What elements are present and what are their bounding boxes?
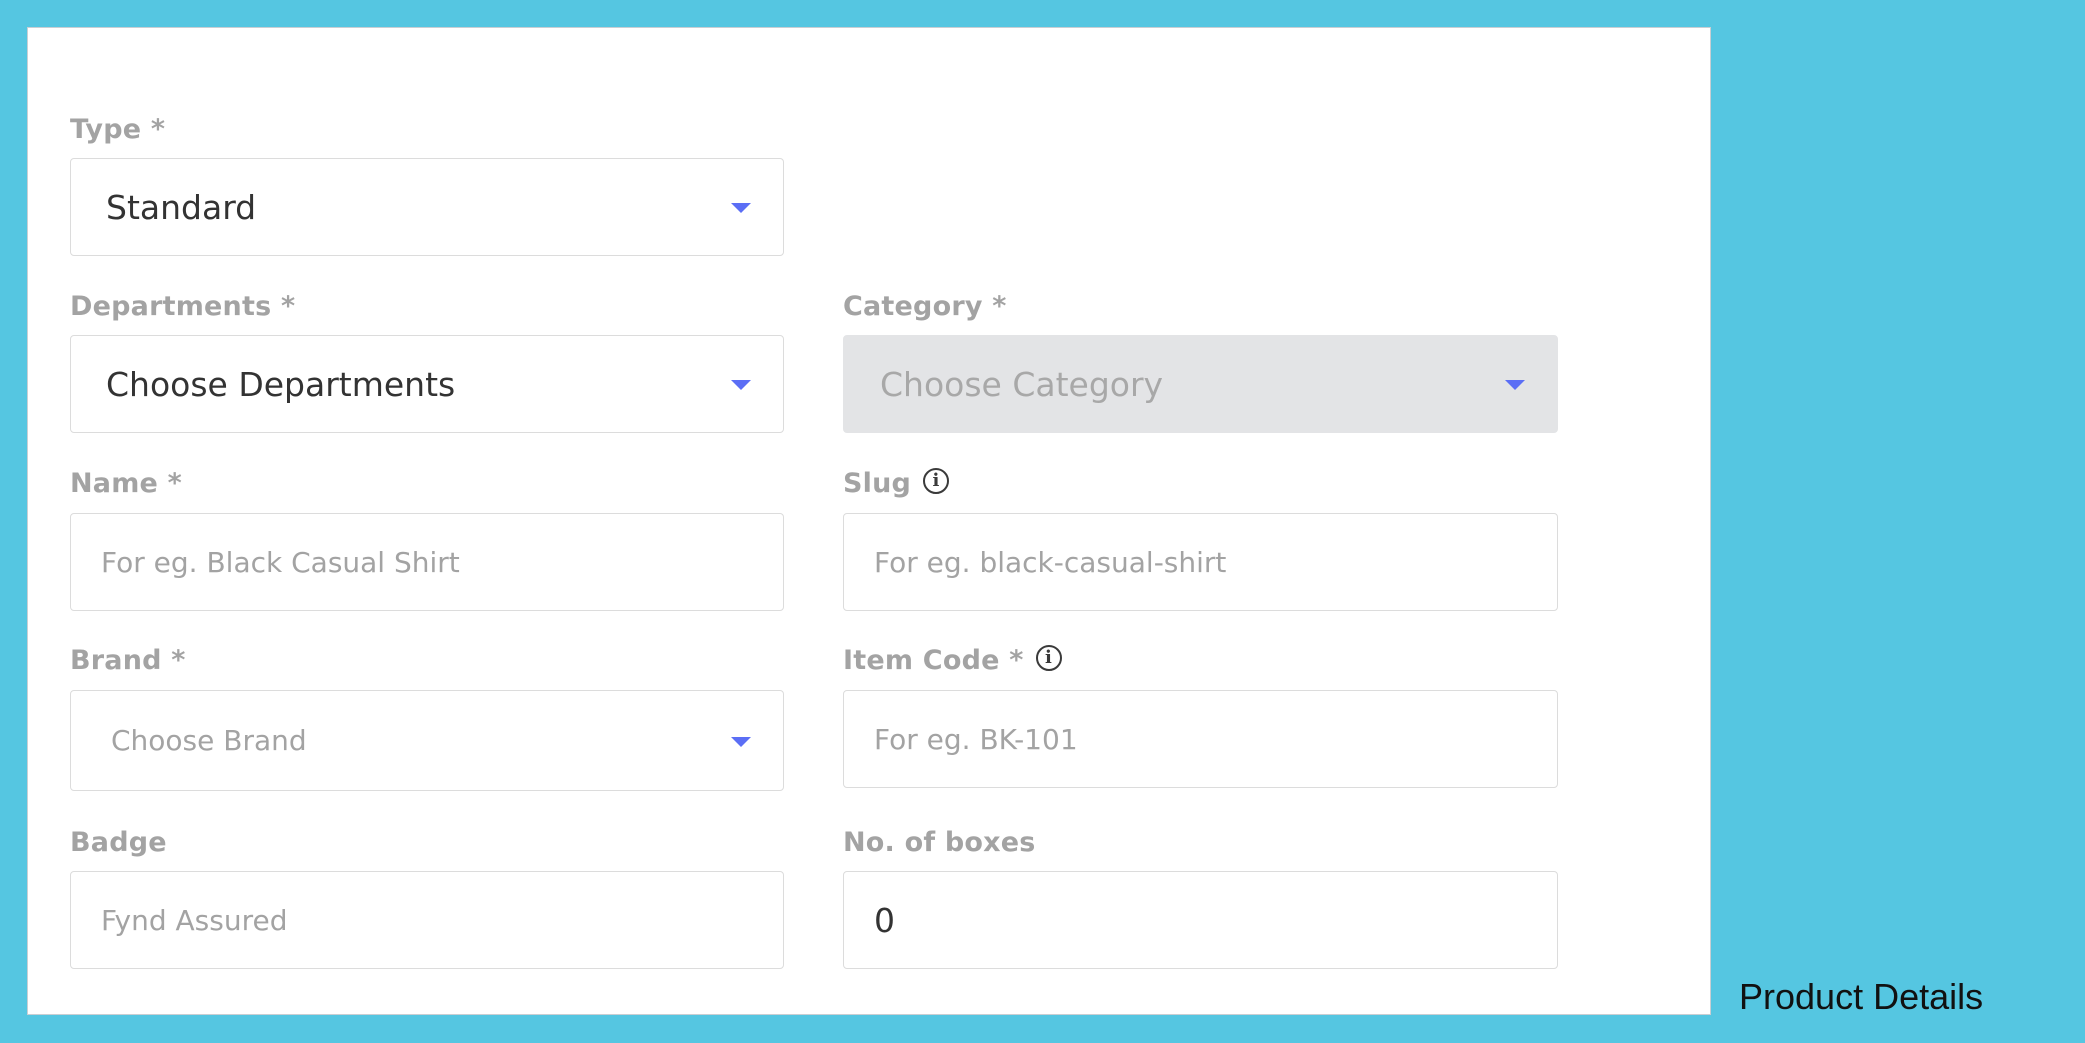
brand-select-value: Choose Brand — [111, 724, 307, 757]
brand-select[interactable]: Choose Brand — [70, 690, 784, 791]
badge-input-placeholder: Fynd Assured — [101, 903, 288, 937]
type-label: Type * — [70, 114, 166, 145]
type-select[interactable]: Standard — [70, 158, 784, 256]
chevron-down-icon — [731, 203, 751, 213]
item-code-input-placeholder: For eg. BK-101 — [874, 722, 1078, 756]
name-label: Name * — [70, 468, 182, 499]
boxes-input[interactable]: 0 — [843, 871, 1558, 969]
slug-input[interactable]: For eg. black-casual-shirt — [843, 513, 1558, 611]
slug-label-text: Slug — [843, 468, 912, 499]
page-caption: Product Details — [1739, 976, 1984, 1017]
category-select[interactable]: Choose Category — [843, 335, 1558, 433]
brand-label: Brand * — [70, 645, 186, 676]
category-select-value: Choose Category — [880, 364, 1164, 404]
departments-select-value: Choose Departments — [106, 364, 456, 404]
type-select-value: Standard — [106, 187, 257, 227]
badge-input[interactable]: Fynd Assured — [70, 871, 784, 969]
name-input-placeholder: For eg. Black Casual Shirt — [101, 545, 460, 579]
item-code-label: Item Code * i — [843, 644, 1062, 676]
product-form-panel: Type * Standard Departments * Choose Dep… — [27, 27, 1711, 1015]
item-code-input[interactable]: For eg. BK-101 — [843, 690, 1558, 788]
slug-input-placeholder: For eg. black-casual-shirt — [874, 545, 1227, 579]
info-circle-icon[interactable]: i — [923, 467, 950, 494]
boxes-input-value: 0 — [874, 900, 895, 940]
chevron-down-icon — [731, 736, 751, 747]
item-code-label-text: Item Code * — [843, 645, 1024, 676]
chevron-down-icon — [731, 380, 751, 390]
departments-select[interactable]: Choose Departments — [70, 335, 784, 433]
boxes-label: No. of boxes — [843, 827, 1036, 858]
departments-label: Departments * — [70, 291, 296, 322]
name-input[interactable]: For eg. Black Casual Shirt — [70, 513, 784, 611]
info-circle-icon[interactable]: i — [1035, 644, 1062, 671]
chevron-down-icon — [1505, 380, 1525, 390]
badge-label: Badge — [70, 827, 167, 858]
category-label: Category * — [843, 291, 1007, 322]
slug-label: Slug i — [843, 467, 950, 499]
